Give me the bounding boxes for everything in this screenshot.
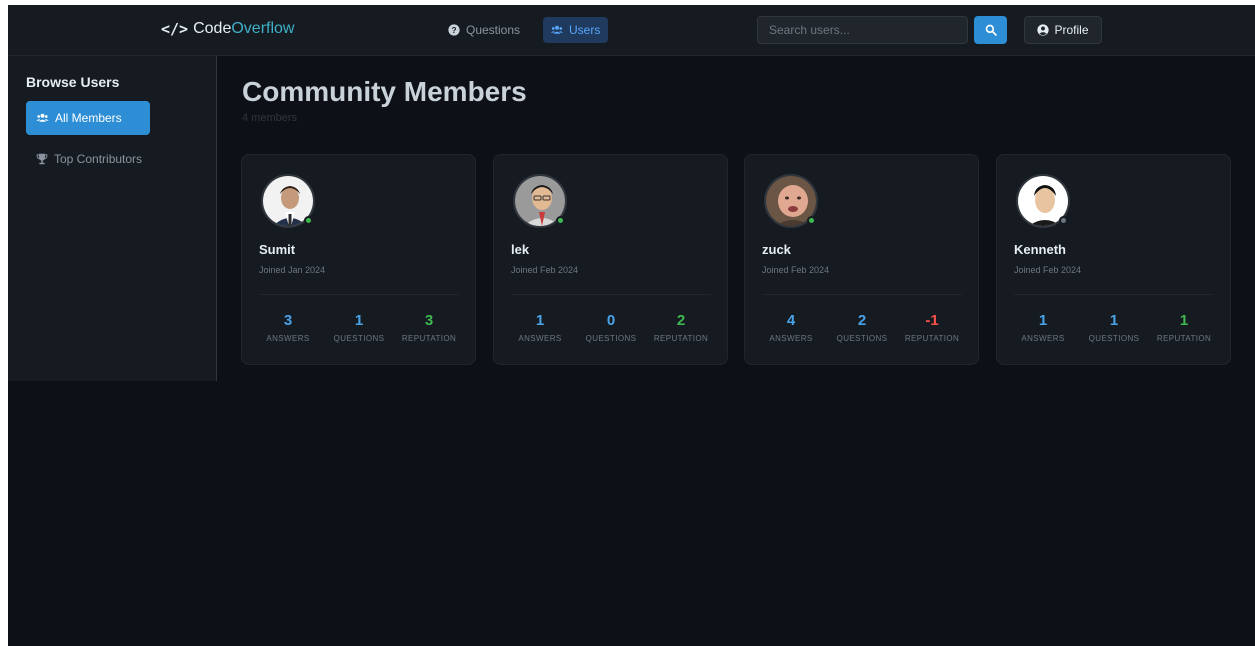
search-button[interactable]: [974, 16, 1007, 44]
member-joined: Joined Feb 2024: [1014, 265, 1082, 275]
question-circle-icon: ?: [448, 24, 460, 36]
member-card[interactable]: lek Joined Feb 2024 1 ANSWERS 0 QUESTIONS …: [493, 154, 728, 365]
member-card[interactable]: Sumit Joined Jan 2024 3 ANSWERS 1 QUESTION…: [241, 154, 476, 365]
stat-reputation-label: REPUTATION: [401, 334, 457, 343]
trophy-icon: [36, 153, 48, 165]
member-name[interactable]: Kenneth: [1014, 242, 1066, 257]
nav-users-label: Users: [569, 23, 601, 37]
profile-label: Profile: [1054, 23, 1089, 37]
stat-reputation-value: 3: [424, 312, 434, 329]
stat-reputation: 1 REPUTATION: [1149, 312, 1219, 343]
stat-answers: 4 ANSWERS: [756, 312, 826, 343]
sidebar-item-label: All Members: [55, 111, 122, 125]
member-name[interactable]: zuck: [762, 242, 791, 257]
member-joined: Joined Feb 2024: [511, 265, 579, 275]
stat-questions-label: QUESTIONS: [585, 334, 637, 343]
stat-answers: 1 ANSWERS: [1008, 312, 1078, 343]
offline-status-dot: [1059, 216, 1068, 225]
stat-answers-value: 1: [535, 312, 545, 329]
profile-button[interactable]: Profile: [1024, 16, 1102, 44]
online-status-dot: [807, 216, 816, 225]
member-card[interactable]: zuck Joined Feb 2024 4 ANSWERS 2 QUESTIONS…: [744, 154, 979, 365]
stat-answers: 3 ANSWERS: [253, 312, 323, 343]
stat-answers-label: ANSWERS: [769, 334, 813, 343]
stat-answers: 1 ANSWERS: [505, 312, 575, 343]
brand-logo[interactable]: </> CodeOverflow: [161, 20, 294, 38]
page-title: Community Members: [242, 76, 527, 107]
stat-reputation: 2 REPUTATION: [646, 312, 716, 343]
stat-answers-label: ANSWERS: [1021, 334, 1065, 343]
stat-questions-value: 1: [354, 312, 364, 329]
stat-answers-value: 3: [283, 312, 293, 329]
member-count: 4 members: [242, 112, 298, 124]
nav-questions[interactable]: ? Questions: [440, 17, 528, 43]
app-window: </> CodeOverflow ? Questions Users Profi…: [8, 5, 1255, 646]
sidebar: Browse Users All Members Top Contributor…: [8, 56, 217, 381]
member-name[interactable]: Sumit: [259, 242, 295, 257]
stat-questions: 1 QUESTIONS: [1079, 312, 1149, 343]
stat-answers-label: ANSWERS: [266, 334, 310, 343]
stat-reputation-value: -1: [925, 312, 939, 329]
member-card[interactable]: Kenneth Joined Feb 2024 1 ANSWERS 1 QUESTI…: [996, 154, 1231, 365]
member-joined: Joined Feb 2024: [762, 265, 830, 275]
stat-reputation-label: REPUTATION: [653, 334, 709, 343]
card-divider: [762, 294, 962, 295]
stat-answers-value: 4: [786, 312, 796, 329]
nav-users[interactable]: Users: [543, 17, 609, 43]
users-icon: [551, 25, 563, 34]
stat-reputation: 3 REPUTATION: [394, 312, 464, 343]
stat-questions: 1 QUESTIONS: [324, 312, 394, 343]
stat-answers-value: 1: [1038, 312, 1048, 329]
stat-reputation-value: 1: [1179, 312, 1189, 329]
stat-reputation-label: REPUTATION: [904, 334, 960, 343]
card-divider: [259, 294, 459, 295]
card-divider: [1014, 294, 1214, 295]
online-status-dot: [304, 216, 313, 225]
sidebar-item-label: Top Contributors: [54, 152, 143, 166]
stat-answers-label: ANSWERS: [518, 334, 562, 343]
sidebar-item-top-contributors[interactable]: Top Contributors: [26, 142, 150, 176]
online-status-dot: [556, 216, 565, 225]
card-divider: [511, 294, 711, 295]
sidebar-item-all-members[interactable]: All Members: [26, 101, 150, 135]
stat-reputation: -1 REPUTATION: [897, 312, 967, 343]
brand-name-part2: Overflow: [231, 20, 295, 37]
stat-questions-value: 2: [857, 312, 867, 329]
sidebar-title: Browse Users: [26, 74, 120, 90]
member-name[interactable]: lek: [511, 242, 529, 257]
stat-questions-value: 0: [606, 312, 616, 329]
search-input[interactable]: [757, 16, 968, 44]
code-icon: </>: [161, 20, 189, 38]
member-joined: Joined Jan 2024: [259, 265, 326, 275]
stat-questions-label: QUESTIONS: [836, 334, 888, 343]
search-icon: [985, 24, 997, 36]
stat-questions-label: QUESTIONS: [1088, 334, 1140, 343]
brand-name-part1: Code: [193, 20, 232, 37]
stat-questions: 2 QUESTIONS: [827, 312, 897, 343]
svg-text:?: ?: [451, 26, 456, 35]
top-navbar: </> CodeOverflow ? Questions Users Profi…: [8, 5, 1255, 56]
stat-reputation-value: 2: [676, 312, 686, 329]
stat-questions: 0 QUESTIONS: [576, 312, 646, 343]
stat-reputation-label: REPUTATION: [1156, 334, 1212, 343]
users-icon: [36, 113, 49, 122]
stat-questions-value: 1: [1109, 312, 1119, 329]
user-circle-icon: [1037, 24, 1050, 36]
nav-questions-label: Questions: [466, 23, 521, 37]
stat-questions-label: QUESTIONS: [333, 334, 385, 343]
